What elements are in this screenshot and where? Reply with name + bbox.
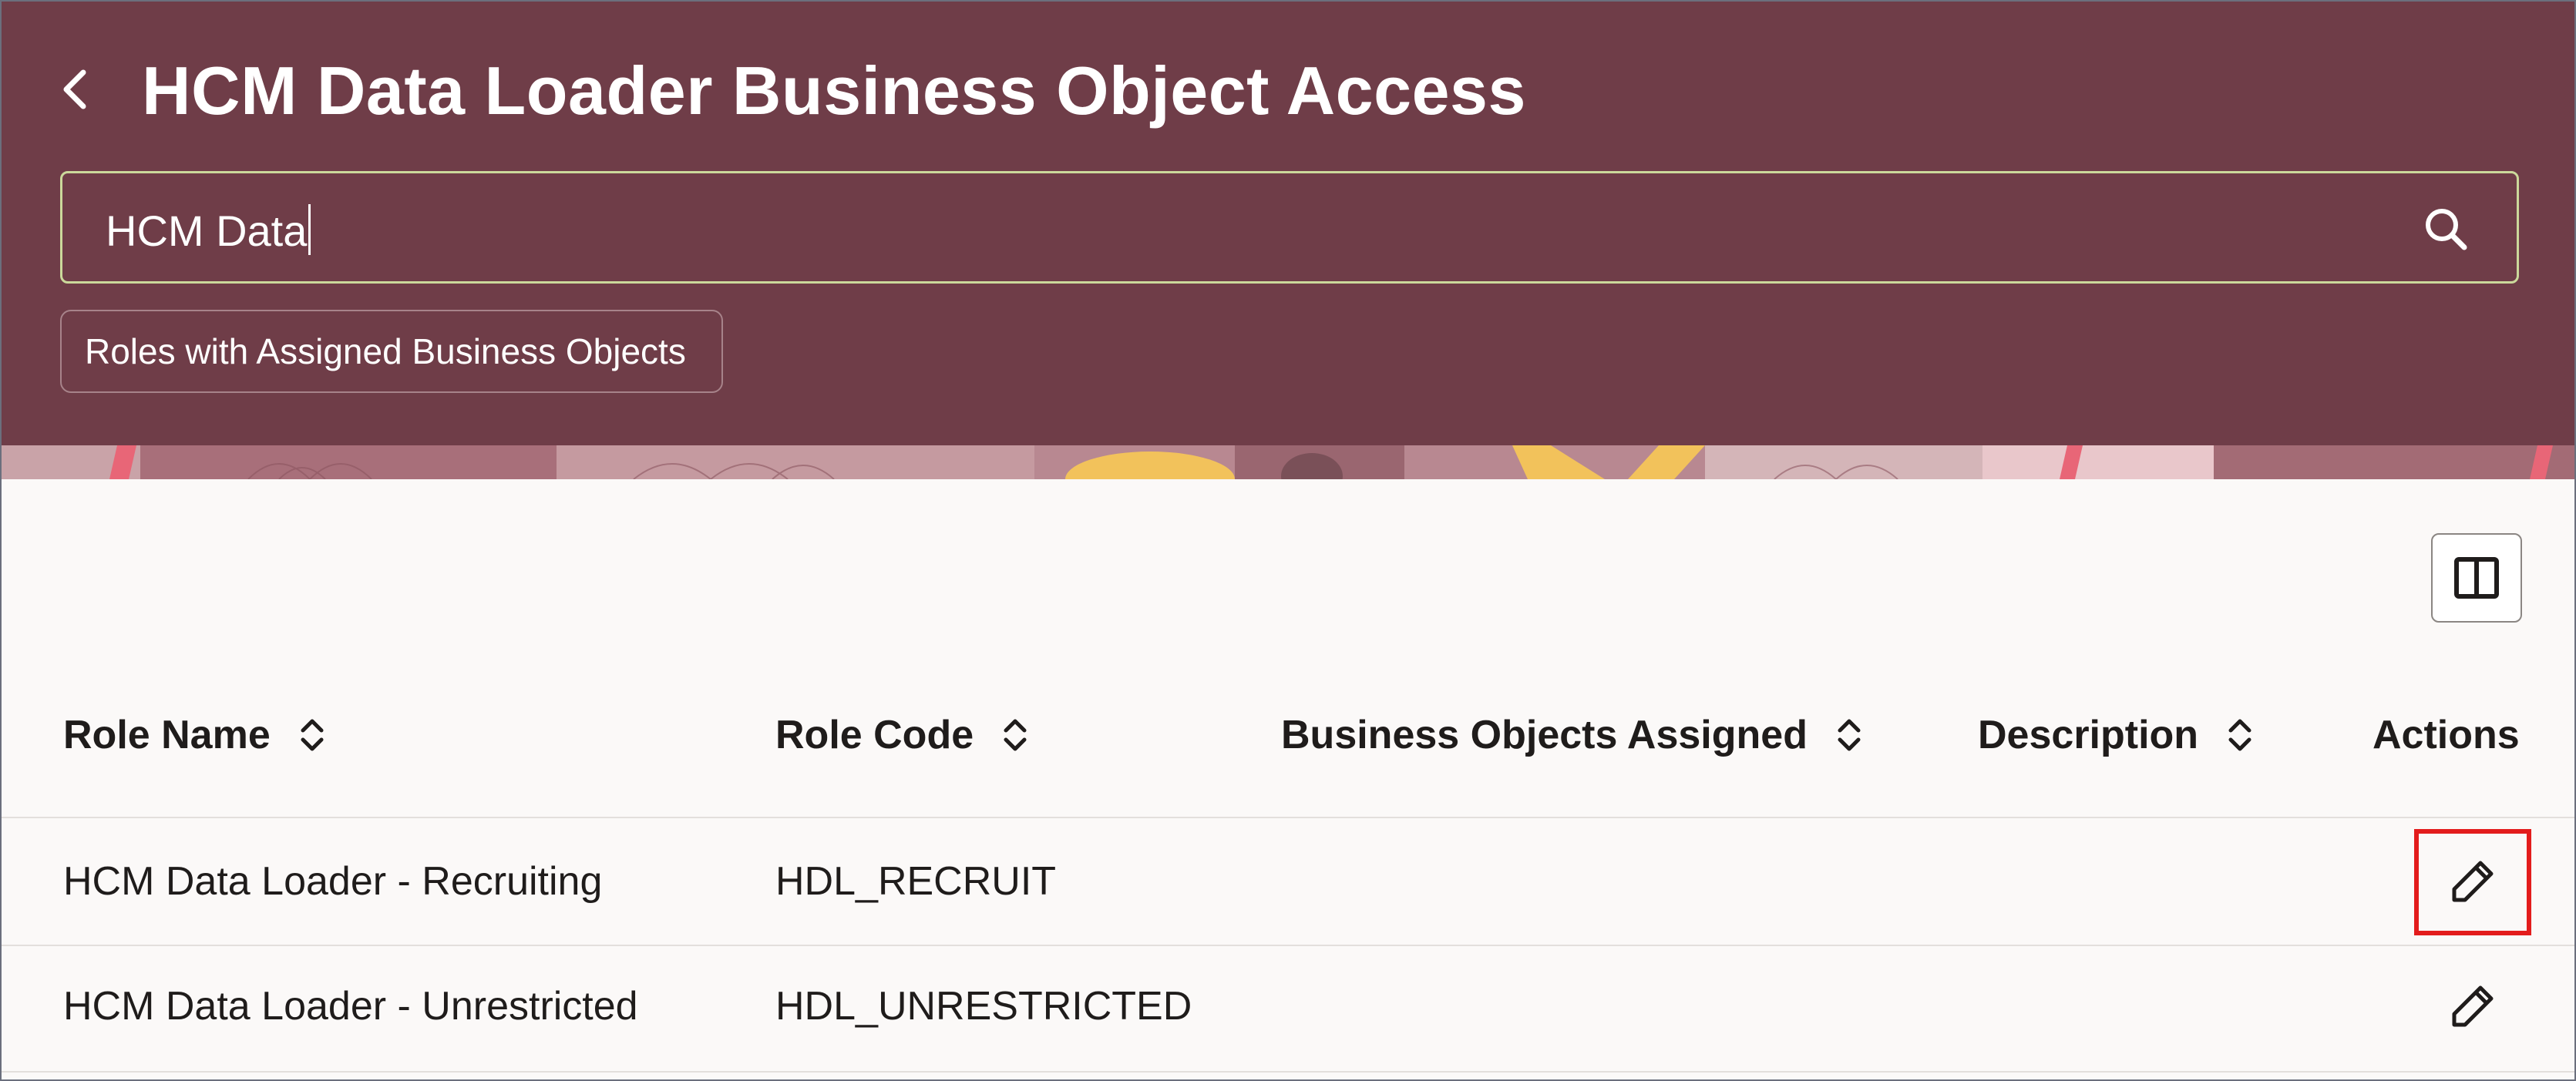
app-window: HCM Data Loader Business Object Access H… <box>0 0 2576 1081</box>
column-header-label: Actions <box>2373 713 2520 757</box>
pencil-edit-icon <box>2452 985 2494 1027</box>
sort-icon[interactable] <box>2225 713 2255 757</box>
cell-role-code: HDL_RECRUIT <box>775 859 1057 904</box>
cell-role-name: HCM Data Loader - Recruiting <box>63 859 603 904</box>
sort-icon[interactable] <box>297 713 328 757</box>
back-button[interactable] <box>52 65 96 114</box>
column-header-label: Role Code <box>775 713 974 757</box>
decorative-banner <box>2 445 2574 479</box>
highlight-box <box>2414 829 2531 935</box>
panel-columns-icon <box>2454 557 2499 599</box>
row-divider <box>2 945 2574 946</box>
panel-toggle-button[interactable] <box>2431 533 2522 623</box>
cell-role-name: HCM Data Loader - Unrestricted <box>63 984 638 1029</box>
row-divider <box>2 1071 2574 1073</box>
sort-icon[interactable] <box>1000 713 1031 757</box>
search-input[interactable]: HCM Data <box>60 171 2519 284</box>
column-header-label: Description <box>1978 713 2199 757</box>
column-header-actions: Actions <box>2373 710 2520 760</box>
row-divider <box>2 817 2574 818</box>
column-header-role-code[interactable]: Role Code <box>775 710 1031 760</box>
search-input-value: HCM Data <box>106 204 311 256</box>
cell-role-code: HDL_UNRESTRICTED <box>775 984 1192 1029</box>
sort-icon[interactable] <box>1834 713 1865 757</box>
column-header-label: Business Objects Assigned <box>1281 713 1808 757</box>
edit-button[interactable] <box>2434 968 2511 1045</box>
column-header-business-objects-assigned[interactable]: Business Objects Assigned <box>1281 710 1865 760</box>
page-title: HCM Data Loader Business Object Access <box>142 52 1526 129</box>
text-caret <box>308 204 311 255</box>
search-icon[interactable] <box>2421 204 2470 253</box>
filter-chip-roles-with-assigned-business-objects[interactable]: Roles with Assigned Business Objects <box>60 310 723 393</box>
table-region: Role Name Role Code Business Objects Ass… <box>2 479 2574 1079</box>
chevron-left-icon <box>63 69 86 109</box>
page-header: HCM Data Loader Business Object Access H… <box>2 2 2574 445</box>
column-header-description[interactable]: Description <box>1978 710 2255 760</box>
column-header-label: Role Name <box>63 713 271 757</box>
column-header-role-name[interactable]: Role Name <box>63 710 328 760</box>
